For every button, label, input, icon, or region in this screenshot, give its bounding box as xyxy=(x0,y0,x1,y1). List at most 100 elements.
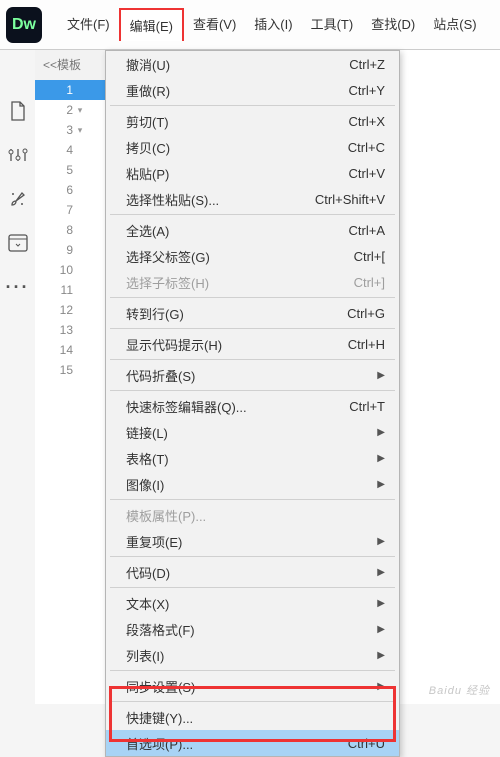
line-row[interactable]: 2▾ xyxy=(35,100,114,120)
menu-item[interactable]: 工具(T) xyxy=(302,8,363,41)
line-number-list: 12▾3▾456789101112131415 xyxy=(35,80,114,380)
menu-item[interactable]: 查找(D) xyxy=(362,8,424,41)
menu-shortcut: Ctrl+C xyxy=(348,140,385,155)
menu-separator xyxy=(110,701,395,702)
line-number: 10 xyxy=(35,263,73,277)
side-panel-header[interactable]: <<模板 xyxy=(35,50,114,80)
line-number: 11 xyxy=(35,283,73,297)
menu-shortcut: Ctrl+G xyxy=(347,306,385,321)
menu-entry[interactable]: 选择父标签(G)Ctrl+[ xyxy=(106,243,399,269)
menu-shortcut: Ctrl+Shift+V xyxy=(315,192,385,207)
line-row[interactable]: 14 xyxy=(35,340,114,360)
line-row[interactable]: 5 xyxy=(35,160,114,180)
link-panel-icon[interactable] xyxy=(7,232,29,254)
menu-entry[interactable]: 表格(T)▶ xyxy=(106,445,399,471)
menu-separator xyxy=(110,670,395,671)
menu-entry[interactable]: 撤消(U) Ctrl+Z xyxy=(106,51,399,77)
line-number: 7 xyxy=(35,203,73,217)
menu-separator xyxy=(110,390,395,391)
menu-entry[interactable]: 列表(I)▶ xyxy=(106,642,399,668)
line-row[interactable]: 6 xyxy=(35,180,114,200)
side-panel: <<模板 12▾3▾456789101112131415 xyxy=(35,50,115,704)
line-row[interactable]: 10 xyxy=(35,260,114,280)
menu-entry[interactable]: 首选项(P)...Ctrl+U xyxy=(106,730,399,756)
file-icon[interactable] xyxy=(7,100,29,122)
menu-separator xyxy=(110,359,395,360)
submenu-arrow-icon: ▶ xyxy=(377,598,385,609)
line-row[interactable]: 11 xyxy=(35,280,114,300)
menu-entry[interactable]: 剪切(T)Ctrl+X xyxy=(106,108,399,134)
menu-entry-label: 重做(R) xyxy=(126,81,170,100)
line-number: 8 xyxy=(35,223,73,237)
line-row[interactable]: 12 xyxy=(35,300,114,320)
line-row[interactable]: 1 xyxy=(35,80,114,100)
menu-entry-label: 转到行(G) xyxy=(126,304,184,323)
menu-separator xyxy=(110,587,395,588)
menu-item[interactable]: 插入(I) xyxy=(245,8,301,41)
menu-entry[interactable]: 快速标签编辑器(Q)... Ctrl+T xyxy=(106,393,399,419)
line-number: 2 xyxy=(35,103,73,117)
brush-icon[interactable] xyxy=(7,188,29,210)
menu-entry[interactable]: 重复项(E) ▶ xyxy=(106,528,399,554)
fold-caret-icon[interactable]: ▾ xyxy=(73,125,87,136)
menu-item[interactable]: 站点(S) xyxy=(424,8,485,41)
submenu-arrow-icon: ▶ xyxy=(377,370,385,381)
menu-entry-label: 选择子标签(H) xyxy=(126,273,209,292)
submenu-arrow-icon: ▶ xyxy=(377,453,385,464)
line-number: 4 xyxy=(35,143,73,157)
menu-item[interactable]: 查看(V) xyxy=(184,8,245,41)
menu-shortcut: Ctrl+V xyxy=(349,166,385,181)
line-row[interactable]: 15 xyxy=(35,360,114,380)
menu-entry-label: 快速标签编辑器(Q)... xyxy=(126,397,247,416)
title-bar: Dw 文件(F)编辑(E)查看(V)插入(I)工具(T)查找(D)站点(S) xyxy=(0,0,500,50)
fold-caret-icon[interactable]: ▾ xyxy=(73,105,87,116)
line-row[interactable]: 4 xyxy=(35,140,114,160)
menu-entry-label: 撤消(U) xyxy=(126,55,170,74)
menu-entry[interactable]: 文本(X)▶ xyxy=(106,590,399,616)
submenu-arrow-icon: ▶ xyxy=(377,536,385,547)
menu-entry[interactable]: 代码折叠(S) ▶ xyxy=(106,362,399,388)
line-row[interactable]: 8 xyxy=(35,220,114,240)
menu-entry[interactable]: 同步设置(S)▶ xyxy=(106,673,399,699)
menu-entry[interactable]: 代码(D)▶ xyxy=(106,559,399,585)
menu-separator xyxy=(110,105,395,106)
line-number: 5 xyxy=(35,163,73,177)
menu-entry-label: 代码折叠(S) xyxy=(126,366,195,385)
menu-separator xyxy=(110,297,395,298)
menu-entry[interactable]: 转到行(G) Ctrl+G xyxy=(106,300,399,326)
menu-entry[interactable]: 链接(L)▶ xyxy=(106,419,399,445)
menu-entry-label: 链接(L) xyxy=(126,423,168,442)
sliders-icon[interactable] xyxy=(7,144,29,166)
menu-entry[interactable]: 选择性粘贴(S)...Ctrl+Shift+V xyxy=(106,186,399,212)
menu-entry-label: 代码(D) xyxy=(126,563,170,582)
menu-entry[interactable]: 拷贝(C)Ctrl+C xyxy=(106,134,399,160)
menu-item[interactable]: 文件(F) xyxy=(58,8,119,41)
menu-entry[interactable]: 显示代码提示(H)Ctrl+H xyxy=(106,331,399,357)
menu-entry-label: 粘贴(P) xyxy=(126,164,169,183)
menu-entry[interactable]: 全选(A)Ctrl+A xyxy=(106,217,399,243)
more-icon[interactable]: ··· xyxy=(7,276,29,298)
menu-shortcut: Ctrl+Y xyxy=(349,83,385,98)
line-row[interactable]: 13 xyxy=(35,320,114,340)
menu-entry: 模板属性(P)... xyxy=(106,502,399,528)
menu-entry[interactable]: 段落格式(F)▶ xyxy=(106,616,399,642)
menu-entry: 选择子标签(H)Ctrl+] xyxy=(106,269,399,295)
menu-shortcut: Ctrl+H xyxy=(348,337,385,352)
menu-bar: 文件(F)编辑(E)查看(V)插入(I)工具(T)查找(D)站点(S) xyxy=(58,8,486,41)
menu-shortcut: Ctrl+U xyxy=(348,736,385,751)
menu-entry[interactable]: 重做(R) Ctrl+Y xyxy=(106,77,399,103)
line-row[interactable]: 3▾ xyxy=(35,120,114,140)
line-row[interactable]: 9 xyxy=(35,240,114,260)
line-number: 13 xyxy=(35,323,73,337)
menu-entry[interactable]: 粘贴(P) Ctrl+V xyxy=(106,160,399,186)
menu-separator xyxy=(110,214,395,215)
menu-shortcut: Ctrl+T xyxy=(349,399,385,414)
menu-entry[interactable]: 图像(I)▶ xyxy=(106,471,399,497)
menu-shortcut: Ctrl+Z xyxy=(349,57,385,72)
line-row[interactable]: 7 xyxy=(35,200,114,220)
menu-entry-label: 图像(I) xyxy=(126,475,164,494)
menu-item[interactable]: 编辑(E) xyxy=(119,8,184,41)
menu-entry-label: 重复项(E) xyxy=(126,532,182,551)
menu-entry[interactable]: 快捷键(Y)... xyxy=(106,704,399,730)
menu-separator xyxy=(110,556,395,557)
